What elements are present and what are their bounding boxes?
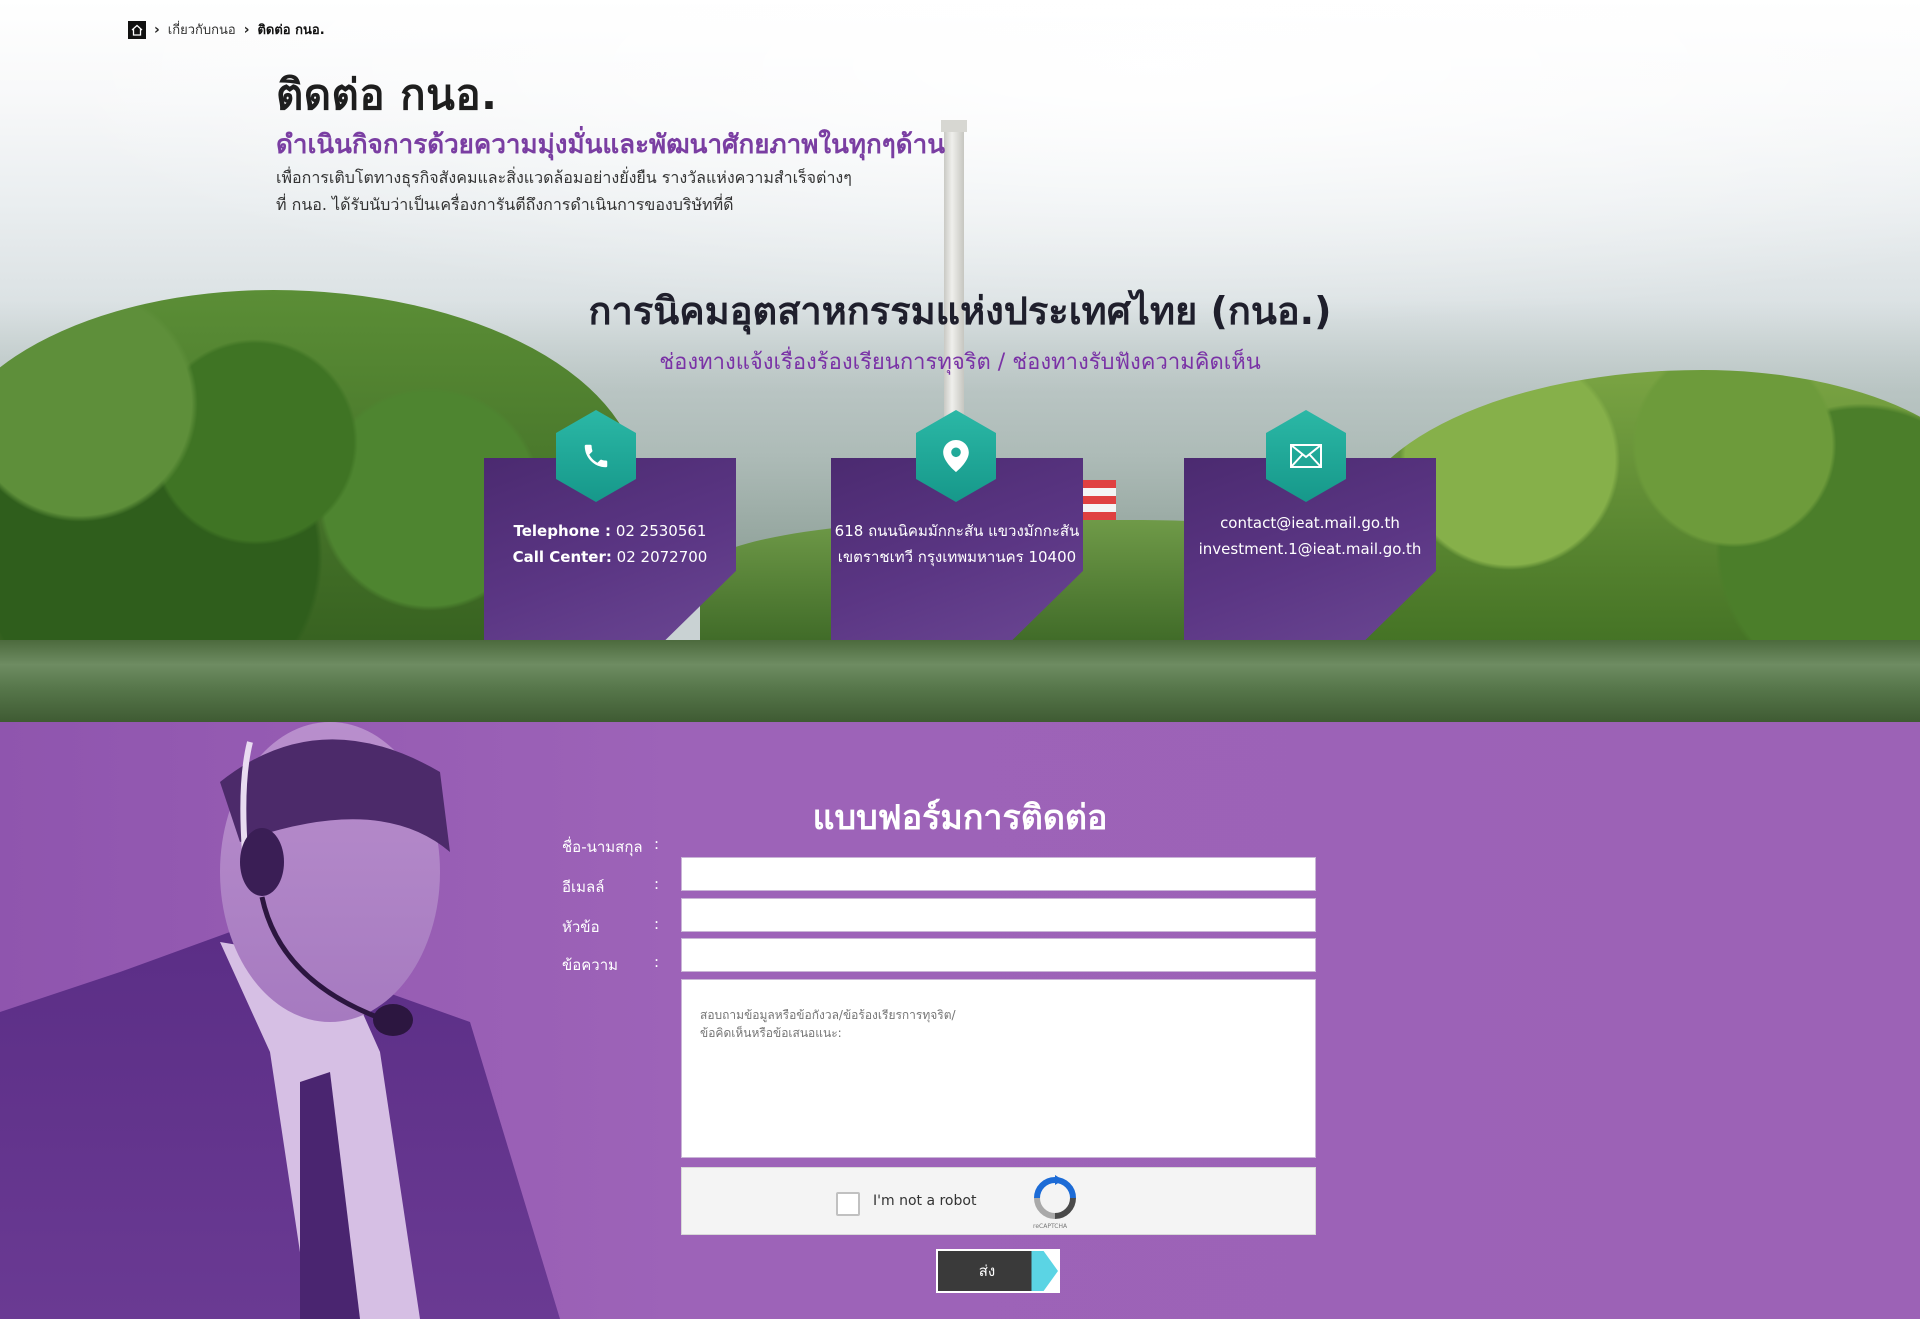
form-title: แบบฟอร์มการติดต่อ	[812, 798, 1108, 838]
recaptcha-widget: I'm not a robot reCAPTCHA	[681, 1167, 1316, 1235]
page-subtitle: ดำเนินกิจการด้วยความมุ่งมั่นและพัฒนาศักย…	[276, 130, 945, 160]
email-field[interactable]	[681, 898, 1316, 932]
message-colon: :	[654, 953, 660, 971]
subject-field[interactable]	[681, 938, 1316, 972]
message-label: ข้อความ	[562, 956, 619, 974]
breadcrumb: › เกี่ยวกับกนอ › ติดต่อ กนอ.	[128, 19, 325, 40]
breadcrumb-link-about[interactable]: เกี่ยวกับกนอ	[168, 19, 236, 40]
contact-form-section: แบบฟอร์มการติดต่อ ชื่อ-นามสกุล : อีเมลล์…	[0, 722, 1920, 1319]
subject-label: หัวข้อ	[562, 918, 600, 936]
page-title: ติดต่อ กนอ.	[276, 70, 498, 119]
recaptcha-brand: reCAPTCHA	[1033, 1223, 1068, 1230]
page-description-line: เพื่อการเติบโตทางธุรกิจสังคมและสิ่งแวดล้…	[276, 168, 852, 187]
page-description: เพื่อการเติบโตทางธุรกิจสังคมและสิ่งแวดล้…	[276, 164, 896, 218]
name-colon: :	[654, 835, 660, 853]
telephone-label: Telephone :	[513, 522, 612, 540]
lake-image	[0, 640, 1920, 722]
name-field[interactable]	[681, 857, 1316, 891]
organization-name: การนิคมอุตสาหกรรมแห่งประเทศไทย (กนอ.)	[588, 289, 1332, 333]
submit-button[interactable]: ส่ง	[938, 1251, 1058, 1291]
message-textarea[interactable]	[681, 979, 1316, 1158]
subject-colon: :	[654, 915, 660, 933]
recaptcha-label: I'm not a robot	[873, 1193, 977, 1209]
callcenter-row: Call Center: 02 2072700	[484, 544, 736, 570]
telephone-row: Telephone : 02 2530561	[484, 518, 736, 544]
breadcrumb-current: ติดต่อ กนอ.	[257, 23, 325, 38]
callcenter-value[interactable]: 02 2072700	[617, 548, 708, 566]
chevron-right-icon: ›	[243, 21, 250, 38]
email-link[interactable]: investment.1@ieat.mail.go.th	[1184, 536, 1436, 562]
home-icon[interactable]	[128, 20, 146, 39]
telephone-value[interactable]: 02 2530561	[616, 522, 707, 540]
email-colon: :	[654, 875, 660, 893]
hero-section: › เกี่ยวกับกนอ › ติดต่อ กนอ. ติดต่อ กนอ.…	[0, 0, 1920, 722]
email-link[interactable]: contact@ieat.mail.go.th	[1184, 510, 1436, 536]
name-label: ชื่อ-นามสกุล	[562, 838, 643, 856]
page-description-line: ที่ กนอ. ได้รับนับว่าเป็นเครื่องการันตีถ…	[276, 195, 734, 214]
address-line: 618 ถนนนิคมมักกะสัน แขวงมักกะสัน	[834, 522, 1080, 540]
recaptcha-logo-icon	[1034, 1175, 1076, 1219]
email-label: อีเมลล์	[562, 878, 605, 896]
recaptcha-checkbox[interactable]	[836, 1192, 860, 1216]
callcenter-label: Call Center:	[512, 548, 612, 566]
address-line: เขตราชเทวี กรุงเทพมหานคร 10400	[837, 548, 1077, 566]
organization-channels: ช่องทางแจ้งเรื่องร้องเรียนการทุจริต / ช่…	[659, 350, 1261, 375]
chevron-right-icon: ›	[154, 21, 160, 38]
